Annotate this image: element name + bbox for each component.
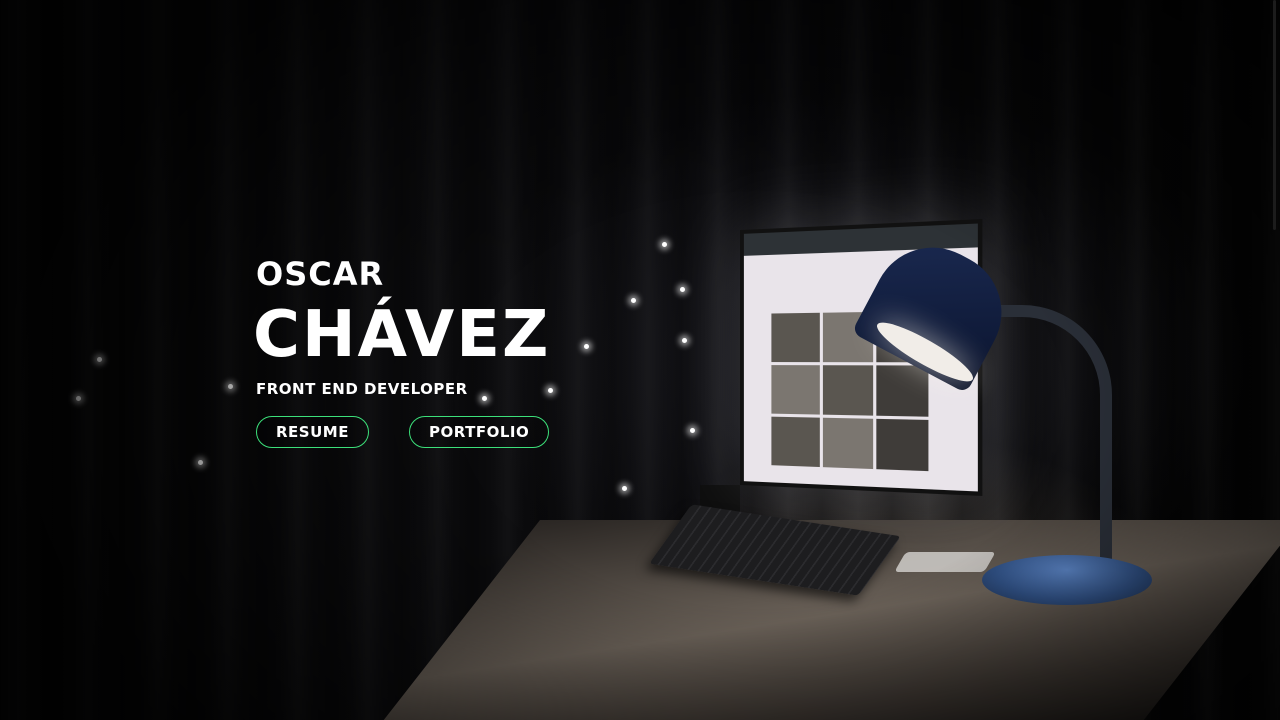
first-name: OSCAR [256,255,385,293]
last-name: CHÁVEZ [253,298,551,372]
hero-background: OSCAR CHÁVEZ FRONT END DEVELOPER RESUME … [0,0,1280,720]
hero-actions: RESUME PORTFOLIO [256,416,550,448]
vignette-overlay [0,0,1280,720]
portfolio-button[interactable]: PORTFOLIO [408,416,550,448]
hero-text: OSCAR CHÁVEZ FRONT END DEVELOPER [253,255,551,398]
scrollbar[interactable] [1273,0,1276,230]
job-title: FRONT END DEVELOPER [256,380,468,398]
resume-button[interactable]: RESUME [256,416,369,448]
